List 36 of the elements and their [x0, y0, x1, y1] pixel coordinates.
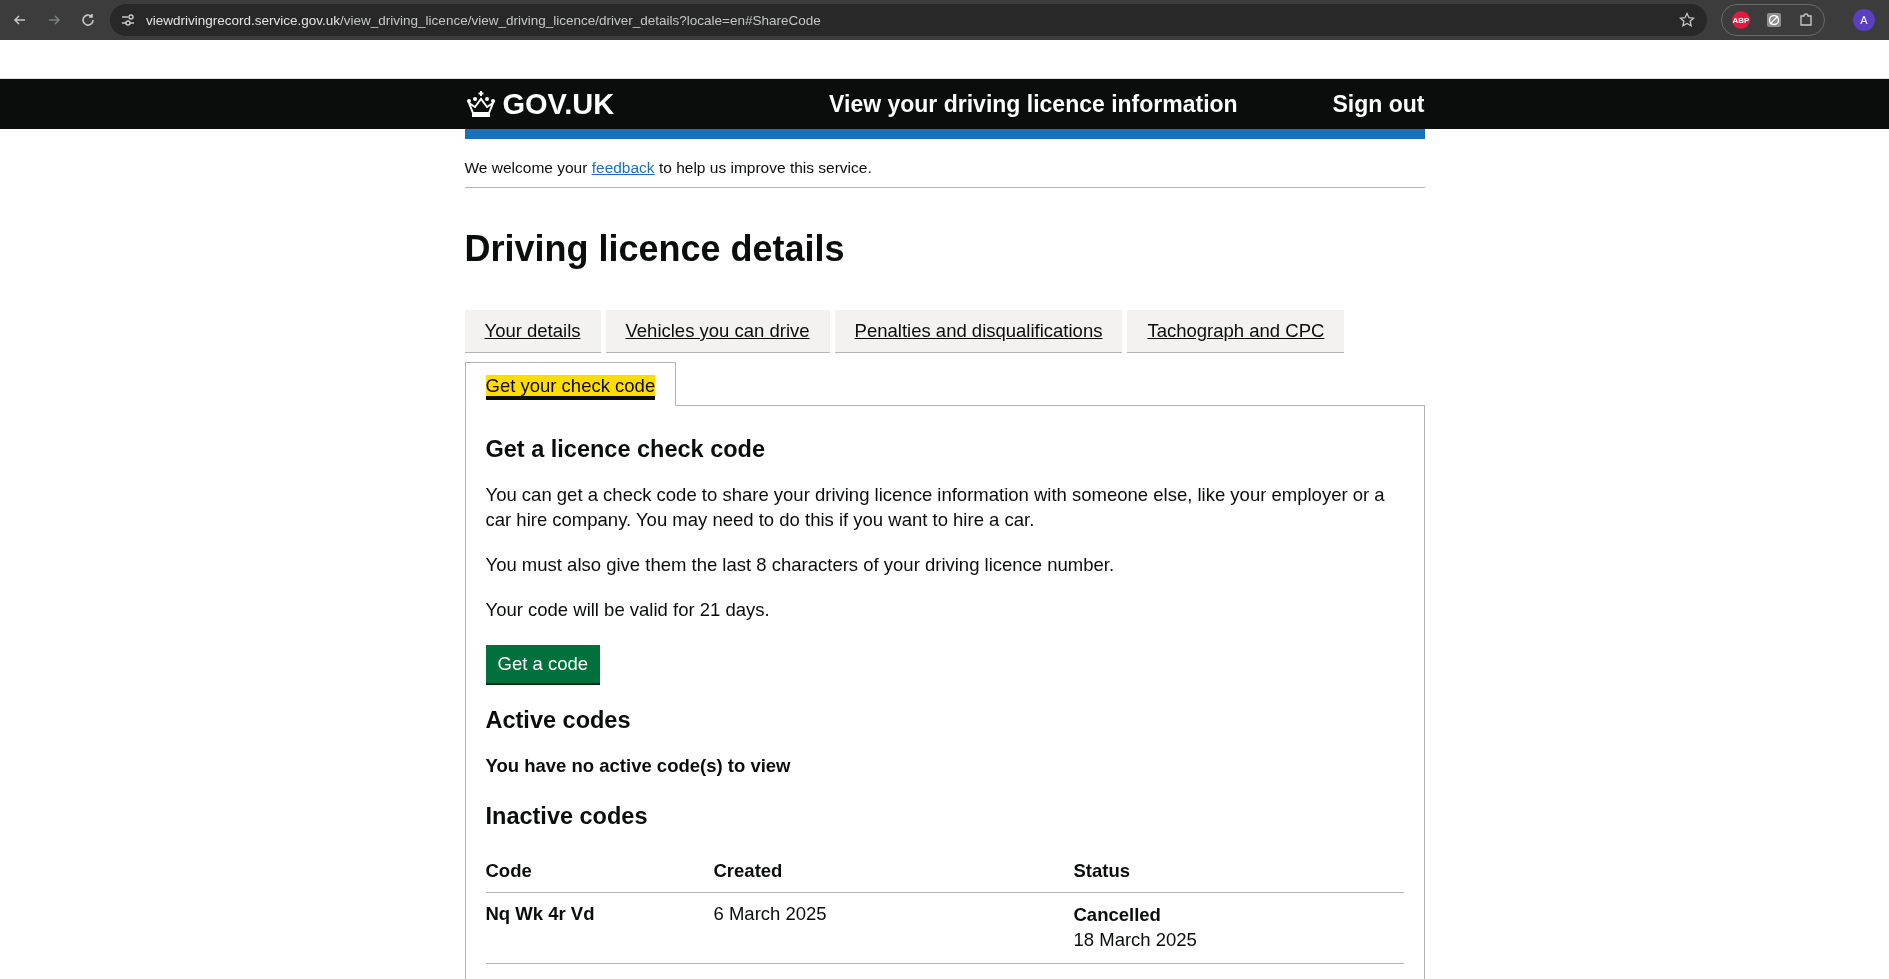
adblock-extension-button[interactable]: ABP [1732, 11, 1750, 29]
feedback-link[interactable]: feedback [591, 159, 655, 176]
tab[interactable]: Vehicles you can drive [605, 310, 830, 353]
table-cell: 6 March 2025 [713, 892, 1074, 964]
tab[interactable]: Penalties and disqualifications [834, 310, 1123, 353]
tab[interactable]: Your details [464, 310, 601, 353]
section-heading: Inactive codes [485, 802, 649, 830]
section-heading: Active codes [485, 706, 632, 734]
column-header: Status [1073, 849, 1404, 893]
star-icon[interactable] [1679, 12, 1695, 28]
service-name-link[interactable]: View your driving licence information [829, 90, 1238, 118]
tab[interactable]: Tachograph and CPC [1127, 310, 1345, 353]
crown-icon [464, 89, 497, 119]
status-text: Cancelled [1073, 902, 1162, 927]
address-bar[interactable]: viewdrivingrecord.service.gov.uk/view_driving_licence/view_driving_licence/driver_details?locale=en#ShareCode [110, 4, 1707, 36]
page-title: Driving licence details [464, 228, 846, 270]
reload-icon[interactable] [80, 12, 96, 28]
get-code-button[interactable]: Get a code [485, 644, 600, 683]
section-heading: Get a licence check code [485, 436, 767, 463]
tab[interactable]: Get your check code [464, 362, 677, 406]
body-paragraph: You must also give them the last 8 characters of your driving licence number. [485, 552, 1116, 577]
profile-avatar[interactable]: A [1853, 9, 1875, 31]
status-date: 18 March 2025 [1073, 927, 1198, 952]
feedback-banner-text: We welcome your feedback to help us improve this service. [464, 158, 873, 178]
body-paragraph: Your code will be valid for 21 days. [485, 597, 771, 622]
table-cell: Nq Wk 4r Vd [485, 892, 714, 964]
extension-icon[interactable] [1766, 12, 1782, 28]
govuk-logo-link[interactable]: GOV.UK [464, 87, 615, 121]
empty-state-text: You have no active code(s) to view [485, 753, 792, 778]
sign-out-link[interactable]: Sign out [1332, 90, 1425, 118]
site-settings-icon[interactable] [120, 12, 136, 28]
body-paragraph: You can get a check code to share your driving licence information with someone else, like your employer or a car hire company. You may need to do this if you want to hire a car. [485, 483, 1386, 532]
column-header: Code [485, 849, 714, 893]
column-header: Created [713, 849, 1074, 893]
url-text: viewdrivingrecord.service.gov.uk/view_driving_licence/view_driving_licence/driver_details?locale=en#ShareCode [146, 12, 822, 28]
puzzle-icon[interactable] [1798, 12, 1814, 28]
